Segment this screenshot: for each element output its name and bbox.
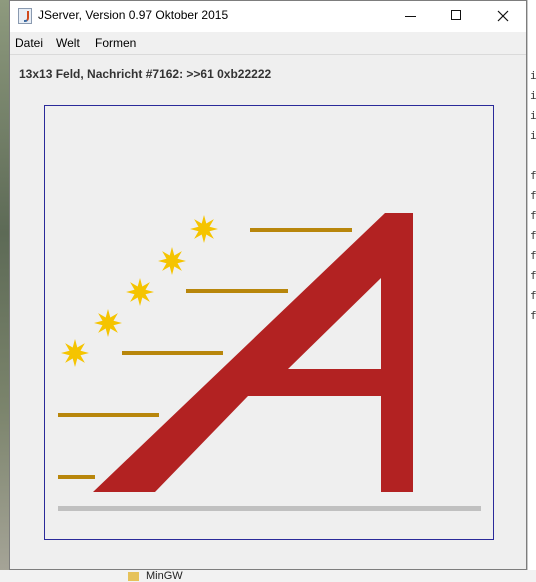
speed-line	[250, 228, 352, 232]
background-code-line: f	[530, 190, 536, 202]
star-icon	[158, 247, 186, 275]
ground-line	[58, 506, 481, 511]
speed-line	[122, 351, 223, 355]
star-icon	[126, 278, 154, 306]
background-code-line: f	[530, 230, 536, 242]
menu-welt[interactable]: Welt	[56, 36, 80, 50]
window-title: JServer, Version 0.97 Oktober 2015	[38, 8, 229, 22]
desktop-background	[0, 0, 9, 582]
maximize-button[interactable]	[434, 1, 480, 32]
status-message: 13x13 Feld, Nachricht #7162: >>61 0xb222…	[19, 67, 272, 81]
background-code-line: f	[530, 310, 536, 322]
background-code-line: i	[530, 70, 536, 82]
star-shape	[61, 339, 89, 367]
background-code-line: f	[530, 270, 536, 282]
star-shape	[190, 215, 218, 243]
jserver-window: JServer, Version 0.97 Oktober 2015 Datei…	[9, 0, 527, 570]
title-bar[interactable]: JServer, Version 0.97 Oktober 2015	[10, 1, 526, 32]
java-app-icon	[18, 8, 32, 24]
menu-formen[interactable]: Formen	[95, 36, 136, 50]
background-code-line: f	[530, 210, 536, 222]
close-icon	[497, 10, 509, 22]
board-canvas	[58, 213, 481, 511]
menu-datei[interactable]: Datei	[15, 36, 43, 50]
close-button[interactable]	[480, 1, 526, 32]
background-code-line: i	[530, 110, 536, 122]
drawing-board[interactable]	[44, 105, 494, 540]
speed-line	[58, 413, 159, 417]
maximize-icon	[451, 10, 461, 20]
background-code-line: f	[530, 250, 536, 262]
star-shape	[158, 247, 186, 275]
menu-bar: Datei Welt Formen	[10, 32, 526, 55]
star-icon	[94, 309, 122, 337]
background-code-line: f	[530, 170, 536, 182]
background-folder-label[interactable]: MinGW	[146, 570, 183, 582]
background-code-line: i	[530, 130, 536, 142]
background-code-line: i	[530, 90, 536, 102]
star-icon	[61, 339, 89, 367]
background-code-line: f	[530, 290, 536, 302]
star-shape	[94, 309, 122, 337]
folder-icon	[128, 572, 139, 581]
star-icon	[190, 215, 218, 243]
minimize-icon	[405, 16, 416, 17]
minimize-button[interactable]	[388, 1, 434, 32]
speed-line	[186, 289, 288, 293]
speed-line	[58, 475, 95, 479]
background-explorer-strip	[0, 570, 536, 582]
star-shape	[126, 278, 154, 306]
